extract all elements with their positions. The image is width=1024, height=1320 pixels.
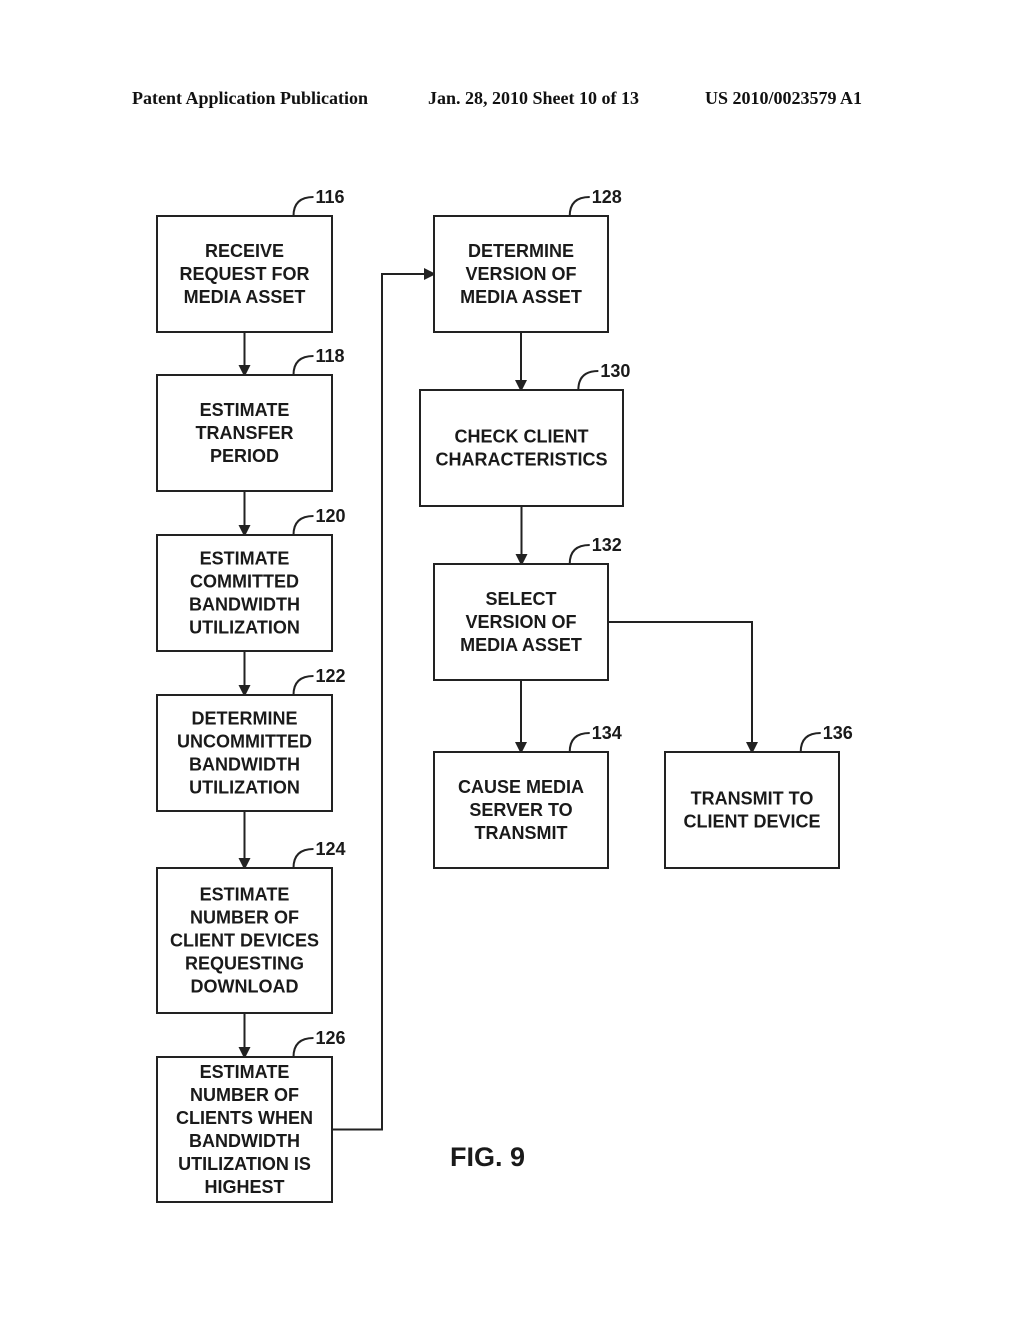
- step-label-line: HIGHEST: [204, 1177, 284, 1197]
- step-label-line: CLIENTS WHEN: [176, 1108, 313, 1128]
- reference-leader: [292, 675, 314, 696]
- step-label-line: ESTIMATE: [200, 549, 290, 569]
- reference-leader: [292, 1037, 314, 1058]
- step-label-line: SERVER TO: [469, 800, 572, 820]
- step-label-line: UTILIZATION: [189, 778, 300, 798]
- step-label-line: VERSION OF: [465, 612, 576, 632]
- reference-number: 116: [316, 187, 345, 207]
- step-120: ESTIMATE COMMITTED BANDWIDTH UTILIZATION 120: [156, 506, 346, 652]
- step-label-line: DETERMINE: [468, 241, 574, 261]
- step-136: TRANSMIT TO CLIENT DEVICE 136: [664, 723, 853, 869]
- step-label-line: BANDWIDTH: [189, 755, 300, 775]
- step-box: [419, 389, 624, 507]
- step-label-line: MEDIA ASSET: [460, 635, 582, 655]
- step-label-line: TRANSMIT: [475, 823, 568, 843]
- step-126: ESTIMATE NUMBER OF CLIENTS WHEN BANDWIDTH UT…: [156, 1028, 346, 1203]
- reference-number: 134: [592, 723, 622, 743]
- step-116: RECEIVE REQUEST FOR MEDIA ASSET 116: [156, 187, 345, 333]
- step-label-line: CHARACTERISTICS: [435, 450, 607, 470]
- step-label-line: DOWNLOAD: [191, 977, 299, 997]
- reference-number: 136: [823, 723, 853, 743]
- step-label-line: REQUEST FOR: [179, 264, 309, 284]
- step-label-line: ESTIMATE: [200, 1062, 290, 1082]
- reference-leader: [568, 196, 590, 217]
- step-label-line: CLIENT DEVICES: [170, 931, 319, 951]
- step-label-line: NUMBER OF: [190, 908, 299, 928]
- reference-leader: [292, 196, 314, 217]
- step-label-line: COMMITTED: [190, 572, 299, 592]
- step-label-line: CHECK CLIENT: [455, 427, 589, 447]
- reference-leader: [568, 544, 590, 565]
- step-label-line: UTILIZATION IS: [178, 1154, 311, 1174]
- reference-number: 118: [316, 346, 345, 366]
- step-118: ESTIMATE TRANSFER PERIOD 118: [156, 346, 345, 492]
- step-label-line: ESTIMATE: [200, 400, 290, 420]
- step-label-line: UTILIZATION: [189, 618, 300, 638]
- step-box: [664, 751, 840, 869]
- step-label-line: BANDWIDTH: [189, 1131, 300, 1151]
- step-label-line: TRANSMIT TO: [691, 789, 814, 809]
- step-132: SELECT VERSION OF MEDIA ASSET 132: [433, 535, 622, 681]
- arrow-126-to-128: [332, 268, 436, 1131]
- arrow-132-to-136: [608, 621, 758, 754]
- reference-leader: [292, 515, 314, 536]
- reference-leader: [568, 732, 590, 753]
- reference-number: 132: [592, 535, 622, 555]
- reference-number: 120: [316, 506, 346, 526]
- step-label-line: MEDIA ASSET: [184, 287, 306, 307]
- step-label-line: REQUESTING: [185, 954, 304, 974]
- reference-number: 128: [592, 187, 622, 207]
- step-label-line: RECEIVE: [205, 241, 284, 261]
- reference-leader: [292, 355, 314, 376]
- step-134: CAUSE MEDIA SERVER TO TRANSMIT 134: [433, 723, 622, 869]
- reference-number: 126: [316, 1028, 346, 1048]
- step-label-line: TRANSFER: [196, 423, 294, 443]
- reference-leader: [577, 370, 599, 391]
- step-label-line: SELECT: [485, 589, 556, 609]
- flowchart: RECEIVE REQUEST FOR MEDIA ASSET 116 ESTIMATE…: [156, 187, 853, 1203]
- reference-leader: [292, 848, 314, 869]
- figure-label: FIG. 9: [450, 1142, 525, 1172]
- step-130: CHECK CLIENT CHARACTERISTICS 130: [419, 361, 630, 507]
- reference-number: 124: [316, 839, 346, 859]
- reference-leader: [799, 732, 821, 753]
- step-label-line: NUMBER OF: [190, 1085, 299, 1105]
- step-122: DETERMINE UNCOMMITTED BANDWIDTH UTILIZATION…: [156, 666, 346, 812]
- step-label-line: VERSION OF: [465, 264, 576, 284]
- step-128: DETERMINE VERSION OF MEDIA ASSET 128: [433, 187, 622, 333]
- step-label-line: ESTIMATE: [200, 885, 290, 905]
- step-124: ESTIMATE NUMBER OF CLIENT DEVICES REQUESTIN…: [156, 839, 346, 1014]
- step-label-line: UNCOMMITTED: [177, 732, 312, 752]
- step-label-line: BANDWIDTH: [189, 595, 300, 615]
- step-label-line: DETERMINE: [191, 709, 297, 729]
- step-label-line: CLIENT DEVICE: [683, 812, 820, 832]
- reference-number: 122: [316, 666, 346, 686]
- step-label-line: PERIOD: [210, 446, 279, 466]
- reference-number: 130: [600, 361, 630, 381]
- step-label-line: MEDIA ASSET: [460, 287, 582, 307]
- step-label-line: CAUSE MEDIA: [458, 777, 584, 797]
